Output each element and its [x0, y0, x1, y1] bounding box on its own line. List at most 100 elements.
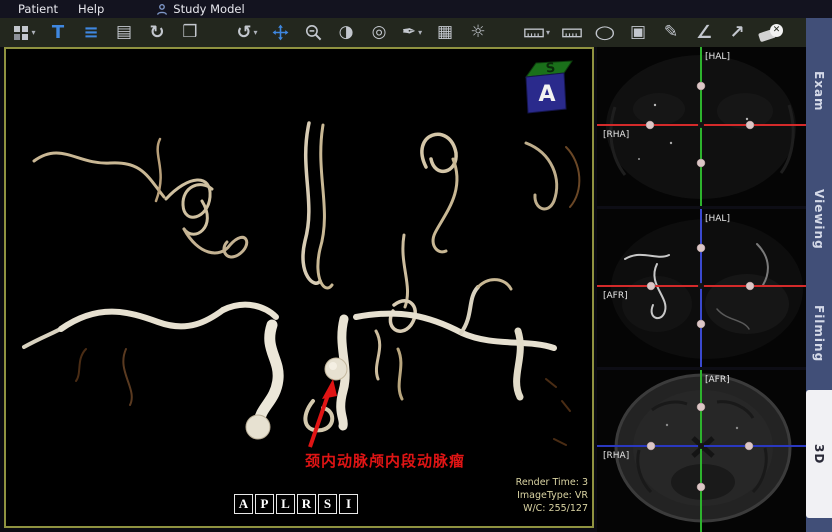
toolbar: ▾ T ≡ ▤ ↻ ❒ ↺ ▾ ◑ ◎ ✒ ▾ ▦ [0, 18, 806, 47]
crosshair-handle[interactable] [647, 442, 655, 450]
rotate-3d-button[interactable]: ↺ ▾ [234, 20, 260, 46]
image-adjust-icon: ▤ [116, 24, 132, 41]
text-tool-icon: T [52, 24, 64, 42]
localizer-lines-button[interactable]: ≡ [78, 20, 104, 46]
crosshair-handle[interactable] [647, 282, 655, 290]
menu-study-model[interactable]: Study Model [156, 2, 244, 16]
marker-pen-button[interactable]: ✒ ▾ [399, 20, 425, 46]
angle-icon: ∠ [696, 24, 712, 42]
mpr-view-1[interactable]: [HAL] [RHA] [597, 47, 806, 206]
ruler-icon [524, 25, 544, 40]
chevron-down-icon: ▾ [418, 29, 422, 37]
render-time: Render Time: 3 [516, 476, 588, 489]
person-icon [156, 3, 168, 16]
orient-button-s[interactable]: S [318, 494, 337, 514]
orient-button-l[interactable]: L [276, 494, 295, 514]
table-icon: ▦ [437, 24, 453, 41]
magnifier-minus-icon [304, 23, 323, 42]
tab-3d[interactable]: 3D [806, 390, 832, 518]
axis-label-horizontal: [RHA] [603, 451, 629, 461]
image-type: ImageType: VR [516, 489, 588, 502]
pan-arrows-icon [271, 23, 290, 42]
layout-grid-button[interactable]: ▾ [12, 20, 38, 46]
chevron-down-icon: ▾ [254, 29, 258, 37]
cube-top-label: S [545, 61, 556, 77]
cube-icon: ❒ [182, 24, 197, 41]
tab-exam[interactable]: Exam [806, 55, 832, 128]
arrow-annotation-button[interactable]: ↗ [724, 20, 750, 46]
right-tab-strip: Exam Viewing Filming 3D [806, 18, 832, 532]
tab-viewing[interactable]: Viewing [806, 180, 832, 258]
layout-grid-icon [14, 25, 29, 40]
reset-view-button[interactable]: ↻ [144, 20, 170, 46]
rotate-3d-icon: ↺ [236, 24, 251, 42]
pen-icon: ✒ [402, 24, 416, 41]
localizer-lines-icon: ≡ [83, 24, 98, 42]
crosshair-handle[interactable] [746, 121, 754, 129]
chevron-down-icon: ▾ [546, 29, 550, 37]
pencil-icon: ✎ [664, 24, 678, 41]
render-info: Render Time: 3 ImageType: VR W/C: 255/12… [516, 476, 588, 515]
grid-table-button[interactable]: ▦ [432, 20, 458, 46]
eraser-icon: ✕ [759, 24, 782, 42]
brightness-button[interactable]: ☼ [465, 20, 491, 46]
ruler-2-button[interactable] [559, 20, 585, 46]
menu-help[interactable]: Help [68, 2, 114, 16]
freehand-button[interactable]: ✎ [658, 20, 684, 46]
ruler-button[interactable]: ▾ [522, 20, 552, 46]
study-model-label: Study Model [173, 2, 244, 16]
target-button[interactable]: ◎ [366, 20, 392, 46]
main-3d-view[interactable]: S A 颈内动脉颅内段动脉瘤 A P L R S I Render Time: … [4, 47, 594, 528]
menu-patient[interactable]: Patient [0, 2, 68, 16]
rotate-refresh-icon: ↻ [149, 24, 164, 42]
rect-roi-icon: ▣ [630, 24, 646, 41]
mpr-views: [HAL] [RHA] [HAL] [AFR] [597, 47, 806, 532]
vessel-rendering [6, 49, 592, 526]
toolbar-spacer [210, 32, 234, 33]
crosshair-handle[interactable] [697, 82, 705, 90]
crosshair-handle[interactable] [697, 320, 705, 328]
annotation-label[interactable]: 颈内动脉颅内段动脉瘤 [305, 450, 465, 471]
axis-label-vertical: [AFR] [705, 375, 730, 385]
orient-button-i[interactable]: I [339, 494, 358, 514]
orient-button-a[interactable]: A [234, 494, 253, 514]
ellipse-roi-icon: ○ [594, 24, 615, 42]
cube-3d-button[interactable]: ❒ [177, 20, 203, 46]
crosshair-handle[interactable] [697, 159, 705, 167]
angle-button[interactable]: ∠ [691, 20, 717, 46]
sun-icon: ☼ [470, 24, 485, 41]
arrow-icon: ↗ [729, 24, 744, 42]
chevron-down-icon: ▾ [31, 29, 35, 37]
axis-label-horizontal: [AFR] [603, 291, 628, 301]
orientation-buttons: A P L R S I [234, 494, 358, 514]
pan-button[interactable] [267, 20, 293, 46]
mpr-view-2[interactable]: [HAL] [AFR] [597, 209, 806, 367]
cube-front-label: A [538, 82, 555, 107]
axis-label-horizontal: [RHA] [603, 130, 629, 140]
window-level-button[interactable]: ◑ [333, 20, 359, 46]
image-adjust-button[interactable]: ▤ [111, 20, 137, 46]
contrast-icon: ◑ [339, 24, 354, 41]
crosshair-handle[interactable] [745, 442, 753, 450]
crosshair-handle[interactable] [697, 483, 705, 491]
erase-all-button[interactable]: ✕ [757, 20, 784, 46]
crosshair-handle[interactable] [697, 403, 705, 411]
orient-button-r[interactable]: R [297, 494, 316, 514]
target-icon: ◎ [372, 24, 387, 41]
mpr-view-3[interactable]: [AFR] [RHA] [597, 370, 806, 532]
orientation-cube[interactable]: S A [518, 57, 574, 117]
window-center: W/C: 255/127 [516, 502, 588, 515]
toolbar-spacer [498, 32, 522, 33]
menu-bar: Patient Help Study Model [0, 0, 832, 18]
axis-label-vertical: [HAL] [705, 214, 730, 224]
rect-roi-button[interactable]: ▣ [625, 20, 651, 46]
zoom-out-button[interactable] [300, 20, 326, 46]
crosshair-handle[interactable] [746, 282, 754, 290]
tab-filming[interactable]: Filming [806, 288, 832, 380]
ellipse-roi-button[interactable]: ○ [592, 20, 618, 46]
axis-label-vertical: [HAL] [705, 52, 730, 62]
text-annotation-button[interactable]: T [45, 20, 71, 46]
crosshair-handle[interactable] [646, 121, 654, 129]
orient-button-p[interactable]: P [255, 494, 274, 514]
crosshair-handle[interactable] [697, 244, 705, 252]
